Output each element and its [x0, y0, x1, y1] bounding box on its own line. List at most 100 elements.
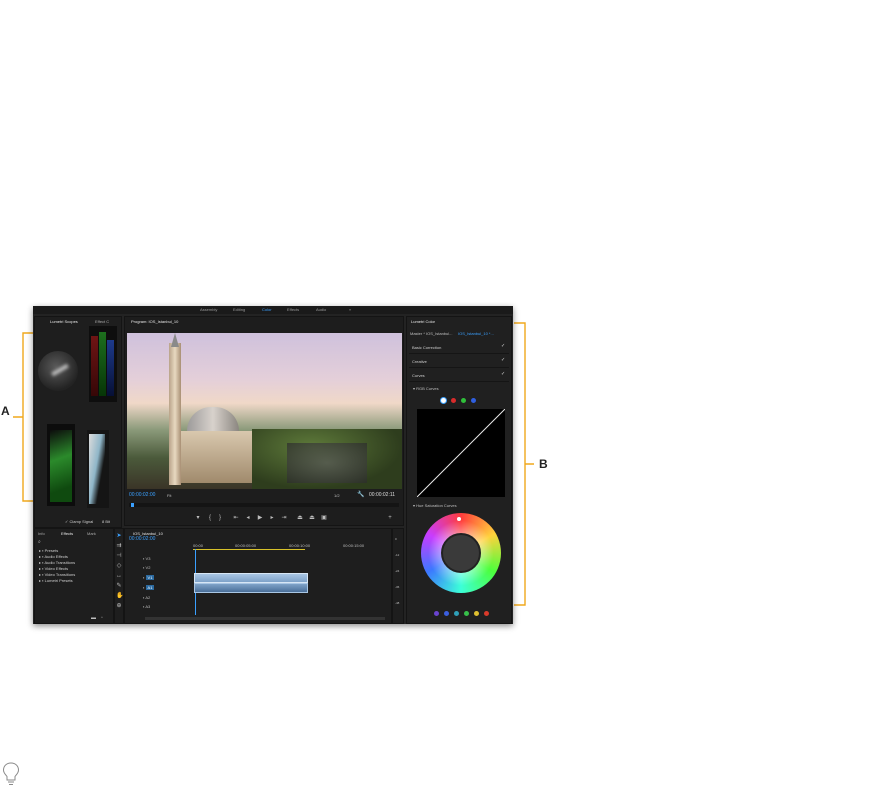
hsl-swatch-purple[interactable]: [434, 611, 439, 616]
section-enabled-checkbox[interactable]: ✓: [501, 344, 506, 349]
section-enabled-checkbox[interactable]: ✓: [501, 358, 506, 363]
zoom-tool-icon[interactable]: ⊕: [116, 603, 122, 609]
effects-item-presets[interactable]: ▸ ▪ Presets: [39, 548, 58, 553]
go-to-in-icon[interactable]: ⇤: [233, 515, 239, 521]
ripple-edit-tool-icon[interactable]: ⊣: [116, 553, 122, 559]
section-basic-correction[interactable]: Basic Correction ✓: [409, 341, 509, 354]
ruler-label: 00:00:15:00: [343, 543, 365, 548]
bit-depth-dropdown[interactable]: 8 Bit: [102, 519, 110, 524]
clamp-signal-control[interactable]: ✓ Clamp Signal: [65, 519, 93, 524]
timeline-timecode[interactable]: 00:00:02:00: [129, 537, 155, 542]
new-bin-icon[interactable]: ▬: [91, 615, 96, 621]
rgb-parade: [89, 326, 117, 402]
workspace-tab-color[interactable]: Color: [262, 307, 272, 312]
tab-effect-controls[interactable]: Effect C: [95, 319, 109, 324]
track-header-v2[interactable]: ▪ V2: [143, 565, 150, 570]
premiere-window: Assembly Editing Color Effects Audio » L…: [33, 306, 513, 624]
ruler-label: 00:00: [193, 543, 204, 548]
step-back-icon[interactable]: ◂: [245, 515, 251, 521]
lumetri-color-panel: Lumetri Color Master * IOS_Istanbul... I…: [406, 316, 512, 624]
track-header-v3[interactable]: ▪ V3: [143, 556, 150, 561]
workspace-tab-editing[interactable]: Editing: [233, 307, 245, 312]
hsl-swatch-red[interactable]: [484, 611, 489, 616]
playback-resolution-dropdown[interactable]: 1/2: [334, 493, 340, 498]
razor-tool-icon[interactable]: ◇: [116, 563, 122, 569]
wheel-center: [441, 533, 481, 573]
track-select-tool-icon[interactable]: ⇉: [116, 543, 122, 549]
search-icon[interactable]: ⌕: [38, 539, 41, 545]
effects-item-lumetri-presets[interactable]: ▸ ▪ Lumetri Presets: [39, 578, 73, 583]
timeline-scrollbar[interactable]: [145, 617, 385, 620]
track-header-a1[interactable]: ▪ A1: [143, 585, 155, 590]
hue-saturation-wheel[interactable]: [421, 513, 501, 593]
hand-tool-icon[interactable]: ✋: [116, 593, 123, 599]
pen-tool-icon[interactable]: ✎: [116, 583, 122, 589]
mark-out-icon[interactable]: }: [217, 515, 223, 521]
add-button-icon[interactable]: +: [387, 515, 393, 521]
track-header-v1[interactable]: ▪ V1: [143, 575, 155, 580]
audio-clip-track[interactable]: [194, 583, 308, 593]
effects-item-label: Video Effects: [44, 566, 69, 571]
wheel-handle[interactable]: [457, 517, 461, 521]
mini-timeline[interactable]: [129, 503, 399, 507]
callout-label-a: A: [1, 404, 10, 418]
rgb-curves-header[interactable]: ▾ RGB Curves: [413, 386, 439, 391]
effects-item-audio-transitions[interactable]: ▸ ▪ Audio Transitions: [39, 560, 75, 565]
tab-effects[interactable]: Effects: [61, 531, 73, 536]
lift-icon[interactable]: ⏏: [297, 515, 303, 521]
add-marker-icon[interactable]: ▾: [195, 515, 201, 521]
clip-selector[interactable]: IOS_Istanbul_10 *...: [458, 331, 508, 336]
video-clip-track[interactable]: [194, 573, 308, 583]
curve-channel-green[interactable]: [461, 398, 466, 403]
master-clip-selector[interactable]: Master * IOS_Istanbul...: [410, 331, 454, 336]
fit-dropdown[interactable]: Fit: [167, 493, 171, 498]
track-label: A1: [145, 585, 155, 590]
rgb-curve-graph[interactable]: [417, 409, 505, 497]
track-header-a2[interactable]: ▪ A2: [143, 595, 150, 600]
playhead-timecode[interactable]: 00:00:02:00: [129, 493, 155, 498]
effects-item-video-effects[interactable]: ▸ ▪ Video Effects: [39, 566, 68, 571]
mosque-building: [181, 431, 253, 483]
workspace-tab-assembly[interactable]: Assembly: [200, 307, 217, 312]
play-icon[interactable]: ▶: [257, 515, 263, 521]
transport-controls: ▾ { } ⇤ ◂ ▶ ▸ ⇥ ⏏ ⏏ ▣ +: [195, 515, 395, 523]
selection-tool-icon[interactable]: ➤: [116, 533, 122, 539]
mark-in-icon[interactable]: {: [207, 515, 213, 521]
track-header-a3[interactable]: ▪ A3: [143, 604, 150, 609]
go-to-out-icon[interactable]: ⇥: [281, 515, 287, 521]
export-frame-icon[interactable]: ▣: [321, 515, 327, 521]
trash-icon[interactable]: ▫: [101, 615, 103, 621]
slip-tool-icon[interactable]: ↔: [116, 573, 122, 579]
effects-item-video-transitions[interactable]: ▸ ▪ Video Transitions: [39, 572, 75, 577]
section-curves[interactable]: Curves ✓: [409, 369, 509, 382]
timeline-work-area-bar[interactable]: [193, 549, 305, 550]
clamp-signal-label: Clamp Signal: [69, 519, 94, 524]
meter-label: -24: [395, 569, 400, 573]
mosque-dome: [187, 407, 239, 431]
section-enabled-checkbox[interactable]: ✓: [501, 372, 506, 377]
hsl-swatch-yellow[interactable]: [474, 611, 479, 616]
hsl-swatch-blue[interactable]: [444, 611, 449, 616]
workspace-overflow-button[interactable]: »: [349, 307, 351, 312]
tab-markers[interactable]: Mark: [87, 531, 96, 536]
curve-channel-red[interactable]: [451, 398, 456, 403]
meter-label: -12: [395, 553, 400, 557]
wrench-icon[interactable]: 🔧: [357, 491, 364, 498]
curve-channel-blue[interactable]: [471, 398, 476, 403]
subsection-label: RGB Curves: [416, 386, 439, 391]
effects-item-audio-effects[interactable]: ▸ ▪ Audio Effects: [39, 554, 68, 559]
track-label: V1: [145, 575, 155, 580]
hsl-swatch-cyan[interactable]: [454, 611, 459, 616]
hsl-swatch-green[interactable]: [464, 611, 469, 616]
tab-lumetri-scopes[interactable]: Lumetri Scopes: [50, 319, 78, 324]
section-creative[interactable]: Creative ✓: [409, 355, 509, 368]
tab-info[interactable]: Info: [38, 531, 45, 536]
workspace-bar: Assembly Editing Color Effects Audio »: [33, 306, 513, 314]
hue-saturation-curves-header[interactable]: ▾ Hue Saturation Curves: [413, 503, 457, 508]
workspace-tab-effects[interactable]: Effects: [287, 307, 299, 312]
section-label: Creative: [412, 359, 427, 364]
extract-icon[interactable]: ⏏: [309, 515, 315, 521]
workspace-tab-audio[interactable]: Audio: [316, 307, 326, 312]
curve-channel-white[interactable]: [441, 398, 446, 403]
step-forward-icon[interactable]: ▸: [269, 515, 275, 521]
